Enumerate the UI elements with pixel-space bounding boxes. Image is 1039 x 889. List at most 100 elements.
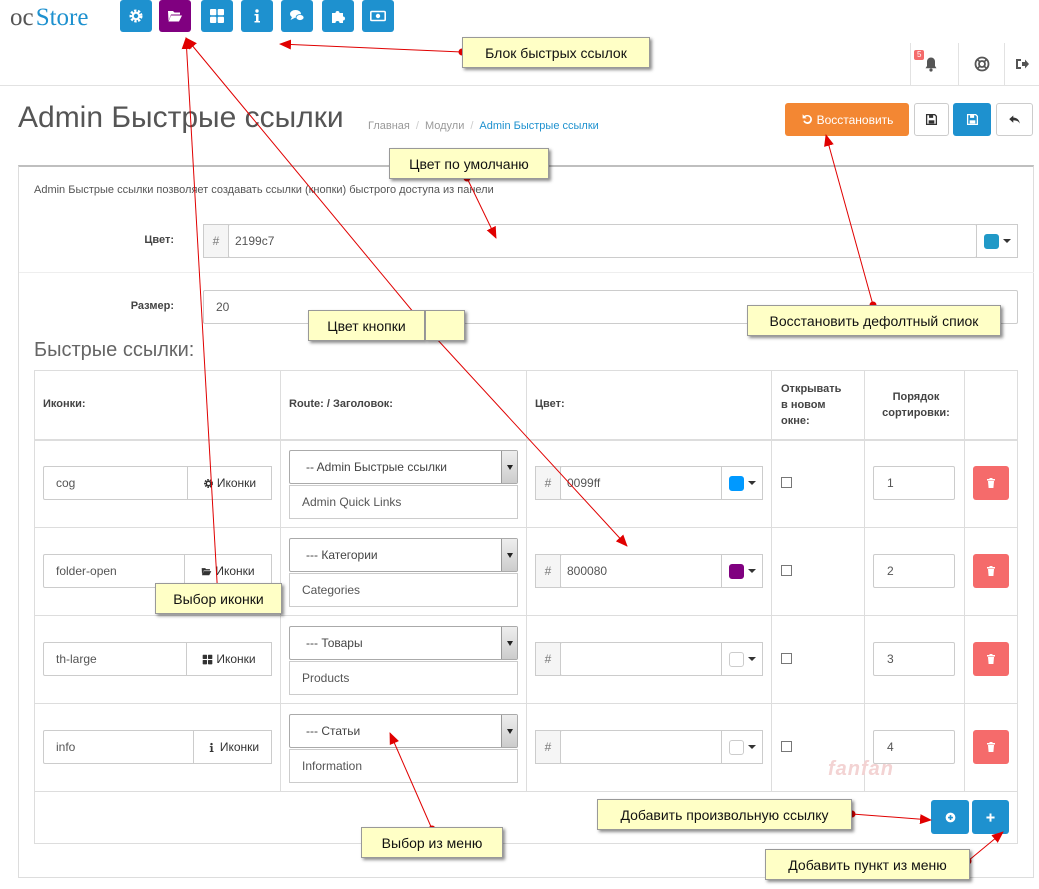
quick-link-money[interactable]	[362, 0, 394, 32]
delete-row-button[interactable]	[973, 730, 1009, 764]
callout-quick-links-block: Блок быстрых ссылок	[462, 37, 650, 68]
callout-add-custom-link: Добавить произвольную ссылку	[597, 799, 852, 830]
link-color-input[interactable]: 0099ff	[560, 466, 723, 500]
link-color-picker[interactable]	[721, 642, 763, 676]
table-border-bottom	[34, 843, 1018, 844]
breadcrumb-home[interactable]: Главная	[368, 120, 410, 132]
save-icon	[966, 113, 978, 126]
link-title-input[interactable]: Products	[289, 661, 518, 695]
color-swatch	[728, 651, 744, 667]
header-route: Route: / Заголовок:	[289, 398, 393, 410]
add-menu-item-button[interactable]	[972, 800, 1009, 834]
help-button[interactable]	[958, 43, 1004, 85]
choose-icon-button[interactable]: Иконки	[193, 730, 272, 764]
default-color-picker[interactable]	[976, 224, 1018, 258]
route-select[interactable]: --- Категории	[289, 538, 518, 572]
quick-link-puzzle[interactable]	[322, 0, 354, 32]
link-color-picker[interactable]	[721, 554, 763, 588]
chevron-down-icon	[501, 715, 517, 747]
new-window-checkbox[interactable]	[781, 565, 792, 576]
link-color-input[interactable]: 800080	[560, 554, 723, 588]
quick-link-th-large[interactable]	[201, 0, 233, 32]
logo-store-text: Store	[35, 4, 89, 31]
chevron-down-icon	[501, 451, 517, 483]
color-hash-addon: #	[535, 642, 561, 676]
divider	[19, 272, 1034, 273]
link-color-input[interactable]	[560, 642, 723, 676]
sort-order-input[interactable]: 2	[873, 554, 955, 588]
choose-icon-label: Иконки	[215, 564, 255, 578]
quick-link-comments[interactable]	[281, 0, 313, 32]
quick-links-section-title: Быстрые ссылки:	[34, 339, 195, 361]
header-sort: Порядок сортировки:	[882, 391, 950, 419]
header-icons: Иконки:	[43, 398, 86, 410]
route-select-value: --- Статьи	[306, 724, 361, 738]
callout-button-color: Цвет кнопки	[308, 310, 425, 341]
save-icon	[925, 113, 938, 126]
callout-add-menu-item: Добавить пункт из меню	[765, 849, 970, 880]
new-window-checkbox[interactable]	[781, 653, 792, 664]
save-stay-button[interactable]	[914, 103, 949, 136]
quick-link-info[interactable]	[241, 0, 273, 32]
route-select[interactable]: -- Admin Быстрые ссылки	[289, 450, 518, 484]
delete-row-button[interactable]	[973, 554, 1009, 588]
restore-button[interactable]: Восстановить	[785, 103, 909, 136]
life-ring-icon	[974, 56, 989, 72]
sort-order-input[interactable]: 3	[873, 642, 955, 676]
chevron-down-icon	[501, 627, 517, 659]
add-custom-link-button[interactable]	[931, 800, 969, 834]
breadcrumb: Главная / Модули / Admin Быстрые ссылки	[368, 120, 599, 132]
watermark-logo: fanfan	[828, 758, 894, 780]
cog-icon	[129, 9, 143, 23]
icon-input[interactable]: info	[43, 730, 195, 764]
choose-icon-button[interactable]: Иконки	[187, 466, 272, 500]
link-color-picker[interactable]	[721, 730, 763, 764]
breadcrumb-modules[interactable]: Модули	[425, 120, 464, 132]
header-color: Цвет:	[535, 398, 565, 410]
quick-link-cog[interactable]	[120, 0, 152, 32]
icon-input[interactable]: th-large	[43, 642, 188, 676]
puzzle-icon	[332, 11, 345, 23]
breadcrumb-current[interactable]: Admin Быстрые ссылки	[479, 120, 598, 132]
color-swatch	[728, 563, 744, 579]
choose-icon-button[interactable]: Иконки	[186, 642, 272, 676]
route-select[interactable]: --- Статьи	[289, 714, 518, 748]
module-description: Admin Быстрые ссылки позволяет создавать…	[34, 184, 494, 196]
choose-icon-label: Иконки	[216, 652, 256, 666]
table-col-divider	[280, 370, 281, 791]
quick-link-folder-open[interactable]	[159, 0, 191, 32]
chevron-down-icon	[747, 745, 756, 749]
default-color-input[interactable]: 2199c7	[228, 224, 977, 258]
sort-order-input[interactable]: 1	[873, 466, 955, 500]
trash-icon	[987, 654, 995, 664]
table-row-divider	[34, 791, 1018, 792]
link-color-picker[interactable]	[721, 466, 763, 500]
new-window-checkbox[interactable]	[781, 477, 792, 488]
new-window-checkbox[interactable]	[781, 741, 792, 752]
save-button[interactable]	[953, 103, 991, 136]
trash-icon	[987, 478, 995, 488]
choose-icon-label: Иконки	[216, 476, 257, 490]
icon-input[interactable]: cog	[43, 466, 189, 500]
link-title-input[interactable]: Categories	[289, 573, 518, 607]
callout-default-color: Цвет по умолчаню	[389, 148, 549, 179]
table-col-divider	[771, 370, 772, 791]
notification-badge: 5	[914, 50, 925, 60]
link-color-input[interactable]	[560, 730, 723, 764]
link-title-input[interactable]: Admin Quick Links	[289, 485, 518, 519]
folder-open-icon	[168, 11, 182, 22]
delete-row-button[interactable]	[973, 642, 1009, 676]
delete-row-button[interactable]	[973, 466, 1009, 500]
callout-restore-default: Восстановить дефолтный спиок	[747, 305, 1001, 336]
callout-icon-choice: Выбор иконки	[155, 583, 282, 614]
route-select[interactable]: --- Товары	[289, 626, 518, 660]
restore-button-label: Восстановить	[816, 112, 894, 127]
reply-icon	[1009, 115, 1020, 124]
logo[interactable]: oc Store	[10, 4, 88, 32]
back-button[interactable]	[996, 103, 1033, 136]
link-title-input[interactable]: Information	[289, 749, 518, 783]
table-col-divider	[964, 370, 965, 791]
logout-button[interactable]	[1004, 43, 1039, 85]
table-col-divider	[864, 370, 865, 791]
color-hash-addon: #	[535, 466, 561, 500]
